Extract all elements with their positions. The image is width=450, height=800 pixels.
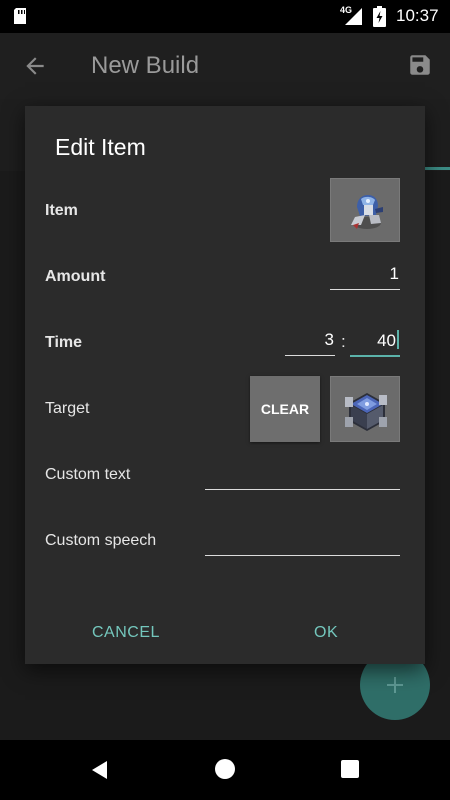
navigation-bar <box>0 740 450 800</box>
unit-portrait-icon <box>351 195 383 229</box>
back-arrow-icon[interactable] <box>22 53 48 79</box>
item-picker-button[interactable] <box>330 178 400 242</box>
custom-text-field[interactable] <box>205 462 400 490</box>
time-seconds-value: 40 <box>377 331 396 350</box>
amount-value: 1 <box>389 264 399 283</box>
time-separator: : <box>341 332 346 351</box>
time-seconds-field[interactable]: 40 <box>350 330 400 357</box>
status-clock: 10:37 <box>396 6 439 25</box>
time-label: Time <box>45 334 83 351</box>
custom-text-label: Custom text <box>45 466 131 483</box>
plus-icon <box>387 677 403 693</box>
amount-label: Amount <box>45 268 106 285</box>
target-picker-button[interactable] <box>330 376 400 442</box>
signal-icon <box>345 8 362 25</box>
time-minutes-value: 3 <box>324 330 334 349</box>
status-bar: 4G 10:37 <box>0 0 450 33</box>
sd-card-icon <box>14 8 26 24</box>
item-label: Item <box>45 202 78 219</box>
custom-speech-label: Custom speech <box>45 532 157 549</box>
edit-item-dialog: Edit Item Item Amount 1 Time 3 : 40 Targ… <box>25 106 425 664</box>
tab-indicator <box>425 167 450 170</box>
cancel-button[interactable]: CANCEL <box>92 624 160 642</box>
dialog-title: Edit Item <box>55 134 146 160</box>
clear-target-button[interactable]: CLEAR <box>250 376 320 442</box>
app-title: New Build <box>91 52 200 79</box>
battery-charging-icon <box>373 6 386 27</box>
ok-button[interactable]: OK <box>314 624 338 642</box>
text-cursor <box>397 330 399 349</box>
app-bar: New Build <box>0 33 450 99</box>
target-label: Target <box>45 400 90 417</box>
custom-speech-field[interactable] <box>205 528 400 556</box>
amount-field[interactable]: 1 <box>330 264 400 290</box>
nav-home-icon[interactable] <box>215 759 235 779</box>
save-icon[interactable] <box>407 52 433 78</box>
time-minutes-field[interactable]: 3 <box>285 330 335 356</box>
nav-recents-icon[interactable] <box>341 760 359 778</box>
building-portrait-icon <box>345 393 387 431</box>
nav-back-icon[interactable] <box>89 759 111 781</box>
